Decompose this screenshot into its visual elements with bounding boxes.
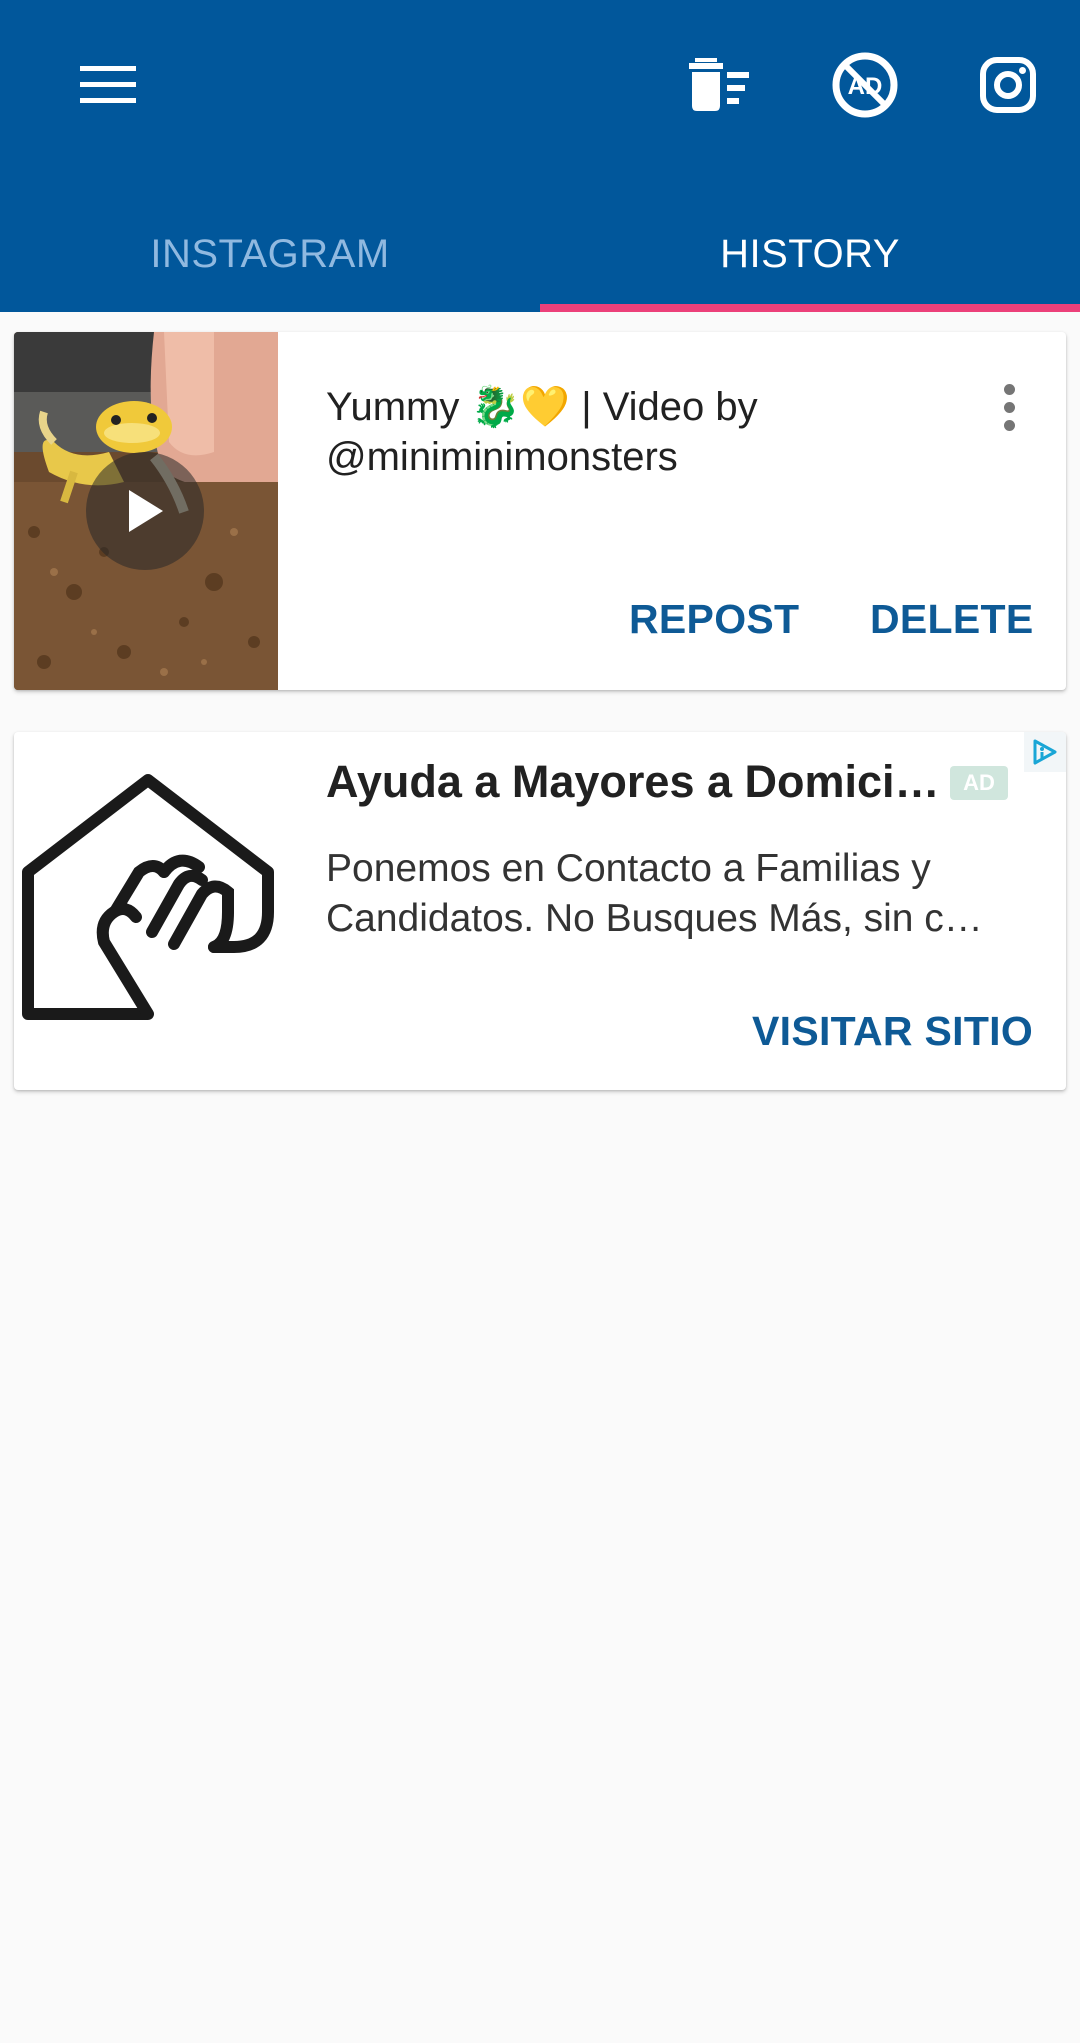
- play-icon: [129, 490, 163, 532]
- clear-history-icon: [689, 58, 749, 111]
- active-tab-indicator: [540, 304, 1080, 312]
- ad-title[interactable]: Ayuda a Mayores a Domicilio: [326, 756, 946, 808]
- instagram-button[interactable]: [958, 38, 1058, 132]
- ad-badge: AD: [950, 766, 1008, 800]
- visit-site-button[interactable]: VISITAR SITIO: [752, 1008, 1033, 1055]
- adchoices-icon: [1033, 739, 1057, 765]
- app-bar: AD INSTAGRAM HISTORY: [0, 0, 1080, 312]
- instagram-icon: [980, 57, 1036, 113]
- video-thumbnail[interactable]: [14, 332, 278, 690]
- adchoices-button[interactable]: [1024, 732, 1066, 772]
- remove-ads-button[interactable]: AD: [815, 38, 915, 132]
- more-options-button[interactable]: [974, 372, 1044, 442]
- ad-description: Ponemos en Contacto a Familias y Candida…: [326, 847, 983, 940]
- more-vert-dot: [1003, 383, 1015, 395]
- more-vert-dot: [1003, 401, 1015, 413]
- delete-button[interactable]: DELETE: [870, 596, 1034, 643]
- house-hand-icon: [22, 774, 274, 1020]
- tab-bar: INSTAGRAM HISTORY: [0, 196, 1080, 312]
- more-vert-dot: [1003, 419, 1015, 431]
- clear-history-button[interactable]: [670, 42, 770, 128]
- play-button[interactable]: [86, 452, 204, 570]
- hamburger-menu-icon: [80, 66, 136, 103]
- tab-instagram[interactable]: INSTAGRAM: [0, 196, 540, 312]
- tab-history[interactable]: HISTORY: [540, 196, 1080, 312]
- ad-image[interactable]: [14, 772, 282, 1032]
- remove-ads-icon: AD: [832, 52, 898, 118]
- menu-button[interactable]: [58, 42, 158, 128]
- history-item-card: Yummy 🐉💛 | Video by @miniminimonsters RE…: [14, 332, 1066, 690]
- repost-button[interactable]: REPOST: [629, 596, 799, 643]
- post-title: Yummy 🐉💛 | Video by @miniminimonsters: [326, 385, 758, 479]
- ad-card[interactable]: Ayuda a Mayores a Domicilio AD Ponemos e…: [14, 732, 1066, 1090]
